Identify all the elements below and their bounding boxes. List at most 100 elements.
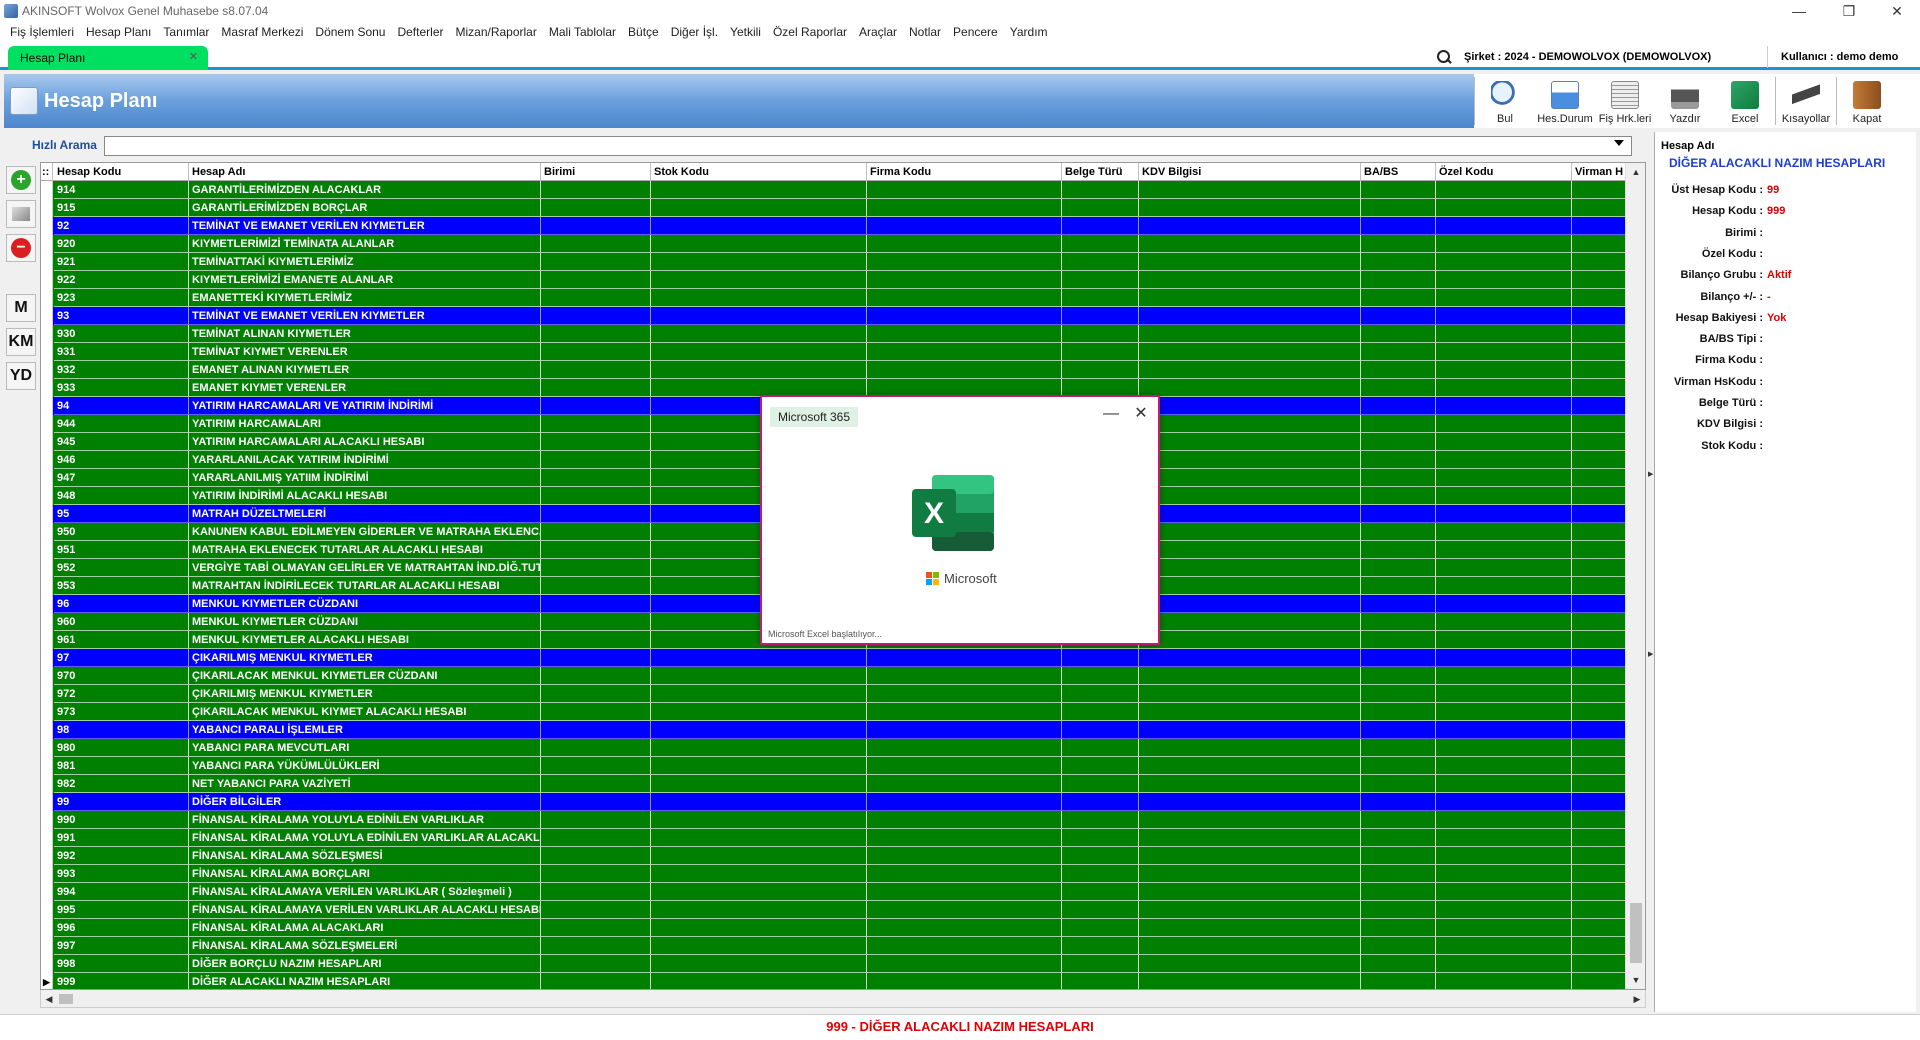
account-name-cell[interactable]: GARANTİLERİMİZDEN BORÇLAR [189, 199, 541, 217]
menu-item[interactable]: Özel Raporlar [767, 25, 853, 39]
table-cell[interactable] [1436, 901, 1572, 919]
table-cell[interactable] [1139, 217, 1361, 235]
table-cell[interactable] [651, 307, 867, 325]
table-cell[interactable] [1572, 181, 1632, 199]
table-cell[interactable] [1139, 937, 1361, 955]
table-cell[interactable] [867, 901, 1062, 919]
table-cell[interactable] [1139, 541, 1361, 559]
table-cell[interactable] [867, 343, 1062, 361]
table-cell[interactable] [1436, 307, 1572, 325]
table-cell[interactable] [1139, 883, 1361, 901]
column-header[interactable]: KDV Bilgisi [1139, 163, 1361, 181]
account-code-cell[interactable]: 980 [54, 739, 189, 757]
table-cell[interactable] [1062, 685, 1139, 703]
voucher-movements-button[interactable]: Fiş Hrk.leri [1595, 74, 1655, 128]
account-name-cell[interactable]: GARANTİLERİMİZDEN ALACAKLAR [189, 181, 541, 199]
menu-item[interactable]: Defterler [391, 25, 449, 39]
table-cell[interactable] [1361, 307, 1436, 325]
km-button[interactable]: KM [6, 328, 36, 356]
table-cell[interactable] [1436, 955, 1572, 973]
table-cell[interactable] [541, 613, 651, 631]
column-header[interactable]: Hesap Kodu [54, 163, 189, 181]
table-row[interactable]: 994 FİNANSAL KİRALAMAYA VERİLEN VARLIKLAR… [41, 883, 1632, 901]
account-code-cell[interactable]: 922 [54, 271, 189, 289]
table-row[interactable]: 923 EMANETTEKİ KIYMETLERİMİZ [41, 289, 1632, 307]
table-cell[interactable] [1361, 361, 1436, 379]
table-cell[interactable] [1361, 883, 1436, 901]
account-name-cell[interactable]: YATIRIM İNDİRİMİ ALACAKLI HESABI [189, 487, 541, 505]
account-name-cell[interactable]: FİNANSAL KİRALAMA ALACAKLARI [189, 919, 541, 937]
account-code-cell[interactable]: 932 [54, 361, 189, 379]
table-cell[interactable] [1436, 973, 1572, 989]
table-cell[interactable] [651, 955, 867, 973]
table-cell[interactable] [1436, 793, 1572, 811]
table-row[interactable]: 921 TEMİNATTAKİ KIYMETLERİMİZ [41, 253, 1632, 271]
table-cell[interactable] [1572, 721, 1632, 739]
table-cell[interactable] [1436, 739, 1572, 757]
table-cell[interactable] [1572, 199, 1632, 217]
table-cell[interactable] [541, 865, 651, 883]
account-code-cell[interactable]: 946 [54, 451, 189, 469]
table-row[interactable]: 99 DİĞER BİLGİLER [41, 793, 1632, 811]
table-cell[interactable] [1361, 487, 1436, 505]
table-cell[interactable] [651, 973, 867, 989]
table-cell[interactable] [1062, 937, 1139, 955]
table-cell[interactable] [1436, 775, 1572, 793]
column-header[interactable]: Firma Kodu [867, 163, 1062, 181]
horizontal-scrollbar[interactable]: ◀ ▶ [40, 990, 1646, 1008]
table-cell[interactable] [867, 865, 1062, 883]
table-cell[interactable] [1139, 559, 1361, 577]
table-cell[interactable] [541, 235, 651, 253]
table-cell[interactable] [867, 721, 1062, 739]
table-cell[interactable] [1139, 649, 1361, 667]
account-name-cell[interactable]: KIYMETLERİMİZİ EMANETE ALANLAR [189, 271, 541, 289]
table-cell[interactable] [1361, 775, 1436, 793]
table-cell[interactable] [541, 901, 651, 919]
print-button[interactable]: Yazdır [1655, 74, 1715, 128]
table-cell[interactable] [1139, 361, 1361, 379]
vertical-scrollbar[interactable]: ▲ ▼ [1625, 163, 1645, 989]
table-cell[interactable] [1062, 829, 1139, 847]
table-cell[interactable] [1361, 829, 1436, 847]
table-row[interactable]: 932 EMANET ALINAN KIYMETLER [41, 361, 1632, 379]
table-cell[interactable] [1361, 397, 1436, 415]
delete-account-button[interactable]: − [6, 234, 36, 262]
table-cell[interactable] [1139, 199, 1361, 217]
table-cell[interactable] [1062, 307, 1139, 325]
table-cell[interactable] [1436, 523, 1572, 541]
table-cell[interactable] [541, 397, 651, 415]
table-cell[interactable] [1572, 343, 1632, 361]
account-code-cell[interactable]: 952 [54, 559, 189, 577]
account-code-cell[interactable]: 915 [54, 199, 189, 217]
close-page-button[interactable]: Kapat [1837, 74, 1897, 128]
column-header[interactable]: Stok Kodu [651, 163, 867, 181]
menu-item[interactable]: Mali Tablolar [543, 25, 622, 39]
table-cell[interactable] [867, 793, 1062, 811]
account-code-cell[interactable]: 997 [54, 937, 189, 955]
table-cell[interactable] [867, 199, 1062, 217]
table-cell[interactable] [1572, 451, 1632, 469]
shortcuts-button[interactable]: Kısayollar [1776, 74, 1836, 128]
table-cell[interactable] [1572, 649, 1632, 667]
table-cell[interactable] [541, 829, 651, 847]
restore-button[interactable]: ❐ [1826, 0, 1872, 22]
table-cell[interactable] [1139, 397, 1361, 415]
table-cell[interactable] [1139, 469, 1361, 487]
m-button[interactable]: M [6, 294, 36, 322]
close-button[interactable]: ✕ [1874, 0, 1920, 22]
account-code-cell[interactable]: 999 [54, 973, 189, 989]
table-cell[interactable] [1572, 415, 1632, 433]
table-cell[interactable] [1572, 217, 1632, 235]
table-cell[interactable] [1436, 865, 1572, 883]
table-cell[interactable] [1361, 181, 1436, 199]
table-cell[interactable] [867, 937, 1062, 955]
column-header[interactable]: BA/BS [1361, 163, 1436, 181]
table-row[interactable]: 920 KIYMETLERİMİZİ TEMİNATA ALANLAR [41, 235, 1632, 253]
account-name-cell[interactable]: TEMİNAT KIYMET VERENLER [189, 343, 541, 361]
menu-item[interactable]: Hesap Planı [80, 25, 157, 39]
table-cell[interactable] [1062, 775, 1139, 793]
table-cell[interactable] [1436, 703, 1572, 721]
table-cell[interactable] [1062, 271, 1139, 289]
table-row[interactable]: 981 YABANCI PARA YÜKÜMLÜLÜKLERİ [41, 757, 1632, 775]
table-cell[interactable] [1436, 271, 1572, 289]
